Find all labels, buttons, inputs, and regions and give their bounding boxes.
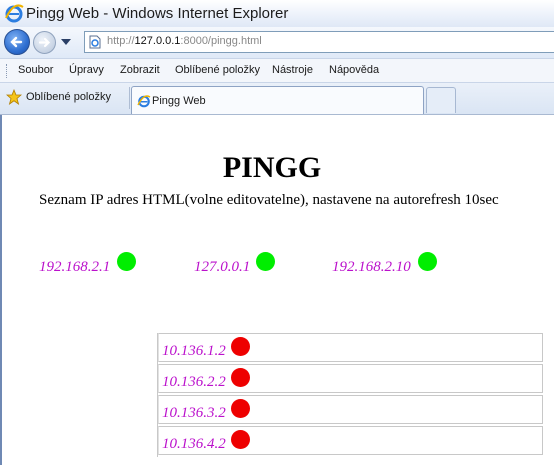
new-tab-button[interactable] [426,87,456,113]
status-up-icon [117,252,136,271]
back-button[interactable] [4,29,30,55]
internet-explorer-icon [5,4,24,23]
status-down-icon [231,337,250,356]
forward-button[interactable] [33,31,56,54]
favorites-bar: Oblíbené položky Pingg Web [0,83,554,115]
forward-arrow-icon [38,37,51,48]
toolbar-separator [129,87,130,109]
menu-oblibene-polozky[interactable]: Oblíbené položky [175,64,260,76]
navigation-bar: http://127.0.0.1:8000/pingg.html [0,27,554,58]
page-content: PINGG Seznam IP adres HTML(volne editova… [0,115,554,465]
table-row: 10.136.4.2 [158,426,543,455]
status-up-icon [418,252,437,271]
history-dropdown-icon[interactable] [61,39,71,45]
host-link[interactable]: 10.136.4.2 [162,436,226,453]
page-icon [89,35,101,49]
host-link[interactable]: 127.0.0.1 [194,259,250,276]
host-link[interactable]: 10.136.1.2 [162,343,226,360]
table-row: 10.136.1.2 [158,333,543,362]
menu-bar: Soubor Úpravy Zobrazit Oblíbené položky … [0,58,554,83]
status-down-icon [231,368,250,387]
internet-explorer-icon [137,95,151,108]
tab-label: Pingg Web [152,95,206,107]
table-row: 10.136.3.2 [158,395,543,424]
toolbar-grip[interactable] [6,64,9,78]
title-bar: Pingg Web - Windows Internet Explorer [0,0,554,27]
status-up-icon [256,252,275,271]
host-link[interactable]: 10.136.2.2 [162,374,226,391]
host-link[interactable]: 10.136.3.2 [162,405,226,422]
window-title: Pingg Web - Windows Internet Explorer [26,5,289,22]
tab-pingg-web[interactable]: Pingg Web [131,86,424,114]
menu-soubor[interactable]: Soubor [18,64,53,76]
favorites-label: Oblíbené položky [26,91,111,103]
address-url[interactable]: http://127.0.0.1:8000/pingg.html [107,35,262,47]
host-link[interactable]: 192.168.2.1 [39,259,110,276]
host-table: 10.136.1.2 10.136.2.2 10.136.3.2 10.136.… [157,333,543,457]
page-description: Seznam IP adres HTML(volne editovatelne)… [39,192,499,208]
address-bar[interactable]: http://127.0.0.1:8000/pingg.html [84,31,554,53]
table-row: 10.136.2.2 [158,364,543,393]
status-down-icon [231,430,250,449]
host-link[interactable]: 192.168.2.10 [332,259,411,276]
back-arrow-icon [10,36,23,48]
menu-napoveda[interactable]: Nápověda [329,64,379,76]
page-title: PINGG [222,151,322,184]
menu-zobrazit[interactable]: Zobrazit [120,64,160,76]
status-down-icon [231,399,250,418]
menu-nastroje[interactable]: Nástroje [272,64,313,76]
menu-upravy[interactable]: Úpravy [69,64,104,76]
star-icon [6,89,22,105]
